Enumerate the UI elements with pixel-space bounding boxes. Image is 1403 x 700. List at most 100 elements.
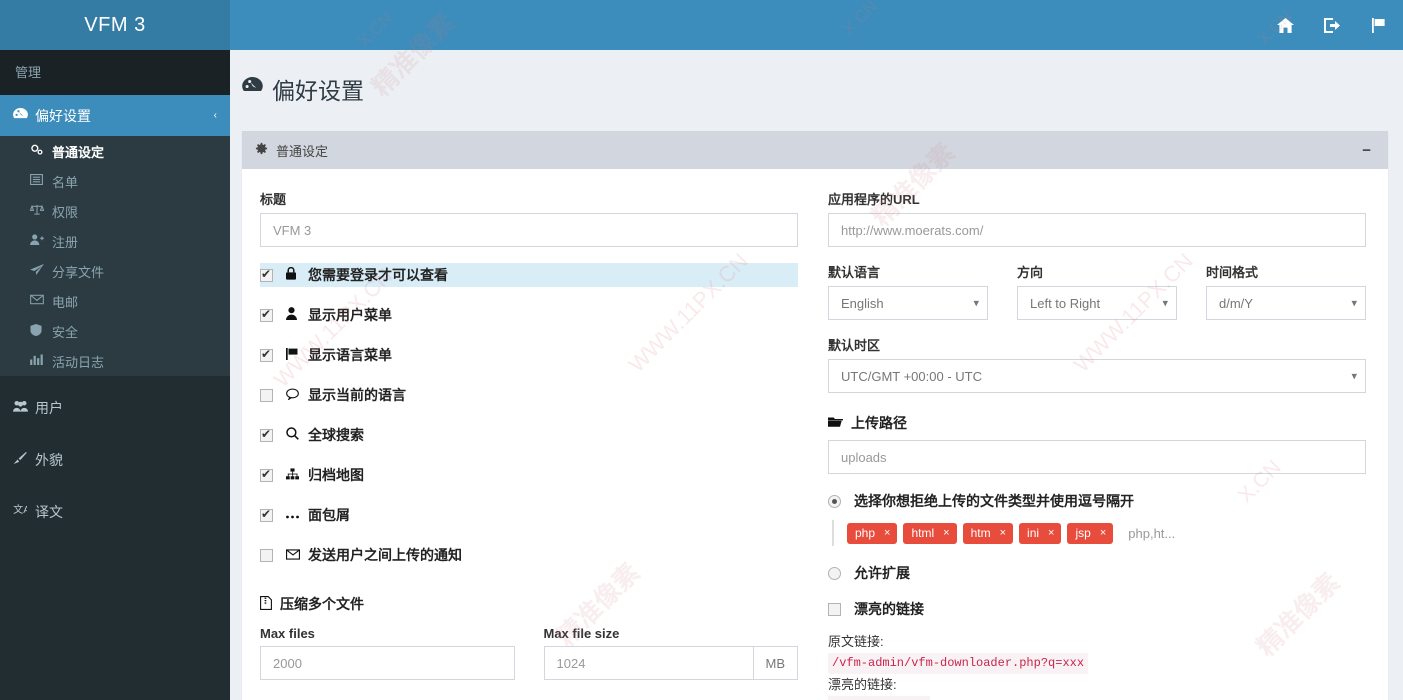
sidebar-item-security[interactable]: 安全 [0, 316, 230, 346]
timezone-select[interactable]: UTC/GMT +00:00 - UTC [828, 359, 1366, 393]
title-field-label: 标题 [260, 192, 287, 207]
collapse-button[interactable]: − [1358, 143, 1375, 158]
time-format-group: 时间格式 d/m/Y [1206, 262, 1366, 320]
max-file-size-input[interactable] [543, 646, 753, 680]
max-file-size-unit: MB [752, 646, 798, 680]
time-format-label: 时间格式 [1206, 265, 1259, 280]
max-file-size-group: Max file size MB [543, 626, 798, 680]
radio-deny-extensions[interactable] [828, 494, 841, 508]
sign-out-icon[interactable] [1309, 0, 1356, 50]
dashboard-icon [13, 107, 35, 124]
tag-remove-icon[interactable]: × [1048, 527, 1054, 539]
envelope-icon [286, 548, 308, 563]
radio-allow-extensions[interactable] [828, 566, 841, 580]
direction-label: 方向 [1017, 265, 1044, 280]
checkbox-label: 全球搜索 [308, 427, 364, 443]
user-icon [286, 307, 308, 323]
page-title: 偏好设置 [230, 50, 1403, 106]
tag-remove-icon[interactable]: × [943, 527, 949, 539]
sidebar-item-email[interactable]: 电邮 [0, 286, 230, 316]
checkbox-row-user-menu[interactable]: 显示用户菜单 [260, 303, 798, 327]
sidebar-subitem-label: 权限 [52, 204, 79, 220]
checkbox-row-pretty-links[interactable]: 漂亮的链接 [828, 599, 1366, 619]
link-preview-block: 原文链接: /vfm-admin/vfm-downloader.php?q=xx… [828, 632, 1366, 700]
upload-path-header: 上传路径 [828, 413, 1366, 433]
checkbox-user-menu[interactable] [260, 307, 273, 322]
sidebar: 管理 偏好设置 ‹ 普通设定 名单 权限 注册 分享文件 电邮 安全 活动日志 … [0, 50, 230, 700]
sidebar-item-permissions[interactable]: 权限 [0, 196, 230, 226]
locale-row: 默认语言 English 方向 Left to Righ [828, 262, 1366, 320]
sidebar-item-list[interactable]: 名单 [0, 166, 230, 196]
checkbox-pretty-links[interactable] [828, 602, 841, 616]
home-icon[interactable] [1262, 0, 1309, 50]
sidebar-item-shared-files[interactable]: 分享文件 [0, 256, 230, 286]
upload-path-input[interactable] [828, 440, 1366, 474]
sitemap-icon [286, 467, 308, 483]
sidebar-item-register[interactable]: 注册 [0, 226, 230, 256]
checkbox-row-global-search[interactable]: 全球搜索 [260, 423, 798, 447]
tag-item[interactable]: html × [903, 522, 957, 544]
tag-item[interactable]: htm × [962, 522, 1014, 544]
tag-item[interactable]: jsp × [1067, 522, 1114, 544]
tag-label: ini [1027, 525, 1040, 540]
sidebar-submenu: 普通设定 名单 权限 注册 分享文件 电邮 安全 活动日志 [0, 136, 230, 376]
checkbox-sitemap[interactable] [260, 467, 273, 482]
sidebar-item-general-settings[interactable]: 普通设定 [0, 136, 230, 166]
bar-chart-icon [30, 354, 52, 368]
sidebar-item-preferences[interactable]: 偏好设置 ‹ [0, 95, 230, 136]
tag-item[interactable]: php × [847, 522, 898, 544]
default-language-select[interactable]: English [828, 286, 988, 320]
tag-remove-icon[interactable]: × [1100, 527, 1106, 539]
checkbox-row-upload-notification[interactable]: 发送用户之间上传的通知 [260, 543, 798, 567]
tag-item[interactable]: ini × [1019, 522, 1062, 544]
flag-icon[interactable] [1356, 0, 1403, 50]
sidebar-item-translations[interactable]: 文A 译文 [0, 491, 230, 532]
radio-label: 允许扩展 [854, 565, 910, 581]
tag-remove-icon[interactable]: × [884, 527, 890, 539]
upload-path-label: 上传路径 [851, 415, 907, 431]
time-format-select-wrap: d/m/Y [1206, 286, 1366, 320]
radio-row-deny-extensions[interactable]: 选择你想拒绝上传的文件类型并使用逗号隔开 [828, 491, 1366, 511]
checkbox-row-current-language[interactable]: 显示当前的语言 [260, 383, 798, 407]
default-language-label: 默认语言 [828, 265, 881, 280]
pretty-link-code: /download/xxx [828, 695, 930, 700]
checkbox-row-sitemap[interactable]: 归档地图 [260, 463, 798, 487]
time-format-select[interactable]: d/m/Y [1206, 286, 1366, 320]
checkbox-upload-notification[interactable] [260, 548, 273, 562]
sidebar-subitem-label: 电邮 [52, 294, 79, 310]
folder-open-icon [828, 415, 843, 431]
timezone-label: 默认时区 [828, 338, 881, 353]
tag-remove-icon[interactable]: × [1000, 527, 1006, 539]
max-file-size-input-group: MB [543, 646, 798, 680]
topbar-icon-group [1262, 0, 1403, 50]
gears-icon [30, 144, 52, 159]
checkbox-row-language-menu[interactable]: 显示语言菜单 [260, 343, 798, 367]
max-file-size-label: Max file size [543, 626, 620, 641]
envelope-icon [30, 294, 52, 308]
title-input[interactable] [260, 213, 798, 247]
sidebar-item-users[interactable]: 用户 [0, 387, 230, 428]
chevron-left-icon: ‹ [213, 110, 217, 121]
sidebar-item-appearance[interactable]: 外貌 [0, 439, 230, 480]
zip-inputs-row: Max files Max file size MB [260, 626, 798, 680]
timezone-group: 默认时区 UTC/GMT +00:00 - UTC [828, 335, 1366, 393]
checkbox-global-search[interactable] [260, 427, 273, 442]
app-root: VFM 3 管理 偏好设置 ‹ 普通设定 名单 权限 注册 分享文件 电邮 安全… [0, 0, 1403, 700]
max-files-input[interactable] [260, 646, 515, 680]
page-title-text: 偏好设置 [272, 78, 364, 104]
checkbox-language-menu[interactable] [260, 347, 273, 362]
direction-select[interactable]: Left to Right [1017, 286, 1177, 320]
direction-group: 方向 Left to Right [1017, 262, 1177, 320]
brand-logo[interactable]: VFM 3 [0, 0, 230, 50]
radio-row-allow-extensions[interactable]: 允许扩展 [828, 563, 1366, 583]
sidebar-subitem-label: 名单 [52, 174, 79, 190]
checkbox-row-login-required[interactable]: 您需要登录才可以查看 [260, 263, 798, 287]
checkbox-row-breadcrumb[interactable]: 面包屑 [260, 503, 798, 527]
direction-select-wrap: Left to Right [1017, 286, 1177, 320]
checkbox-login-required[interactable] [260, 267, 273, 282]
sidebar-item-activity-log[interactable]: 活动日志 [0, 346, 230, 376]
checkbox-current-language[interactable] [260, 388, 273, 402]
checkbox-breadcrumb[interactable] [260, 507, 273, 522]
app-url-input[interactable] [828, 213, 1366, 247]
sidebar-section-header: 管理 [0, 50, 230, 95]
